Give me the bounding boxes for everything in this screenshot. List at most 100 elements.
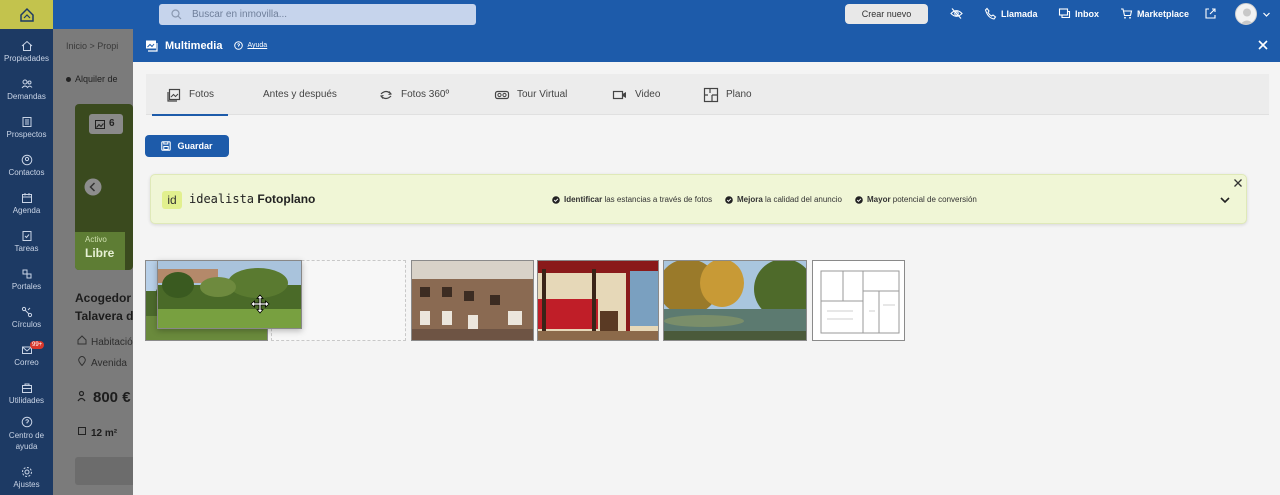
tab-label: Video [635, 89, 661, 100]
tab-fotos[interactable]: Fotos [151, 74, 229, 116]
video-camera-icon [612, 90, 626, 99]
feature-item: Mejora la calidad del anuncio [725, 195, 842, 204]
llamada-link[interactable]: Llamada [984, 7, 1038, 20]
sidebar-item-label: Círculos [11, 320, 42, 329]
dragged-photo[interactable] [157, 260, 302, 329]
river-trees-photo [664, 261, 806, 340]
phone-icon [984, 7, 997, 20]
marketplace-link[interactable]: Marketplace [1120, 7, 1189, 20]
tasks-icon [21, 230, 33, 242]
sidebar-item-label: Tareas [14, 244, 39, 253]
chat-icon [1058, 8, 1071, 19]
unread-count-badge: 99+ [30, 341, 45, 349]
breadcrumb: Inicio > Propi [66, 41, 119, 51]
tab-antes-y-despues[interactable]: Antes y después [263, 74, 337, 115]
multimedia-icon [146, 40, 158, 52]
property-type: Habitació [77, 335, 133, 348]
search-input[interactable] [192, 9, 472, 20]
marketplace-label: Marketplace [1137, 8, 1190, 19]
create-new-button[interactable]: Crear nuevo [845, 4, 928, 24]
property-type-text: Habitació [91, 337, 133, 348]
sidebar-item-prospectos[interactable]: Prospectos [0, 116, 53, 139]
apartment-buildings-photo [412, 261, 533, 340]
tab-plano[interactable]: Plano [703, 74, 752, 115]
sidebar-item-tareas[interactable]: Tareas [0, 230, 53, 253]
feature-item: Mayor potencial de conversión [855, 195, 977, 204]
fotoplano-banner: id idealista Fotoplano Identificar las e… [150, 174, 1247, 224]
banner-close-icon[interactable] [1232, 177, 1244, 189]
background-page: Inicio > Propi Alquiler de 6 Activo Libr… [53, 29, 133, 495]
sidebar-item-correo[interactable]: 99+ Correo [0, 341, 53, 367]
floor-plan-photo [813, 261, 904, 340]
calendar-icon [21, 192, 33, 204]
gallery-photo[interactable] [663, 260, 807, 341]
modal-header: Multimedia Ayuda [133, 29, 1280, 62]
help-circle-icon[interactable] [234, 41, 244, 50]
visibility-toggle[interactable] [950, 7, 963, 20]
bedroom-photo [538, 261, 658, 340]
image-icon [95, 120, 105, 129]
property-title-line2: Talavera d [75, 309, 133, 323]
multimedia-modal: Multimedia Ayuda Fotos Antes y después F… [133, 29, 1280, 495]
check-circle-icon [725, 195, 733, 204]
building-icon [21, 116, 33, 128]
sidebar-item-centro-de-ayuda[interactable]: Centro de ayuda [0, 416, 53, 452]
status-badge-top: Activo [85, 235, 107, 244]
help-link[interactable]: Ayuda [247, 42, 267, 49]
brand-prefix: idealista [189, 192, 255, 206]
inbox-label: Inbox [1075, 8, 1099, 19]
river-park-photo [158, 261, 301, 328]
property-address-text: Avenida [91, 358, 127, 369]
user-silhouette-icon [1240, 8, 1254, 24]
feature-bold: Identificar [564, 195, 603, 204]
sidebar-item-ajustes[interactable]: Ajustes [0, 466, 53, 489]
feature-item: Identificar las estancias a través de fo… [552, 195, 712, 204]
tab-label: Fotos [189, 89, 215, 100]
search-icon [171, 9, 182, 20]
carousel-prev-icon[interactable] [84, 178, 102, 196]
check-circle-icon [855, 195, 863, 204]
save-button[interactable]: Guardar [145, 135, 229, 157]
save-label: Guardar [177, 141, 213, 151]
feature-text: las estancias a través de fotos [602, 195, 713, 204]
sidebar-item-circulos[interactable]: Círculos [0, 306, 53, 329]
sidebar-item-agenda[interactable]: Agenda [0, 192, 53, 215]
user-avatar[interactable] [1235, 3, 1257, 25]
chevron-down-icon[interactable] [1262, 10, 1271, 19]
tab-label: Antes y después [263, 89, 337, 100]
tab-label: Plano [726, 89, 752, 100]
feature-text: la calidad del anuncio [762, 195, 842, 204]
tab-fotos-360[interactable]: Fotos 360º [378, 74, 449, 115]
gallery-photo[interactable] [411, 260, 534, 341]
house-logo-icon [19, 7, 34, 22]
property-card-image: 6 Activo Libre [75, 104, 133, 270]
gallery-photo[interactable] [537, 260, 659, 341]
property-price: 800 € [77, 389, 131, 406]
sidebar-item-label: Demandas [7, 92, 46, 101]
sidebar-item-demandas[interactable]: Demandas [0, 78, 53, 101]
sidebar-item-contactos[interactable]: Contactos [0, 154, 53, 177]
background-action-button [75, 457, 133, 485]
tab-video[interactable]: Video [612, 74, 660, 115]
feature-bold: Mejora [737, 195, 763, 204]
switch-account-button[interactable] [1204, 7, 1217, 20]
gallery-photo[interactable] [812, 260, 905, 341]
tab-label: Tour Virtual [517, 89, 568, 100]
sidebar-item-propiedades[interactable]: Propiedades [0, 40, 53, 63]
chevron-down-icon[interactable] [1219, 194, 1231, 206]
close-icon[interactable] [1256, 38, 1270, 52]
sidebar-item-label: Agenda [12, 206, 41, 215]
inbox-link[interactable]: Inbox [1058, 7, 1099, 20]
photos-icon [167, 88, 181, 102]
property-title-line1: Acogedor [75, 291, 132, 305]
sidebar-item-portales[interactable]: Portales [0, 268, 53, 291]
location-pin-icon [78, 355, 86, 367]
search-box[interactable] [159, 4, 476, 25]
tab-tour-virtual[interactable]: Tour Virtual [494, 74, 567, 115]
top-bar: Crear nuevo Llamada Inbox Marketplace [53, 0, 1280, 29]
home-icon [21, 40, 33, 52]
llamada-label: Llamada [1001, 8, 1038, 19]
sidebar-item-utilidades[interactable]: Utilidades [0, 382, 53, 405]
property-price-text: 800 € [93, 389, 131, 406]
app-logo[interactable] [0, 0, 53, 29]
